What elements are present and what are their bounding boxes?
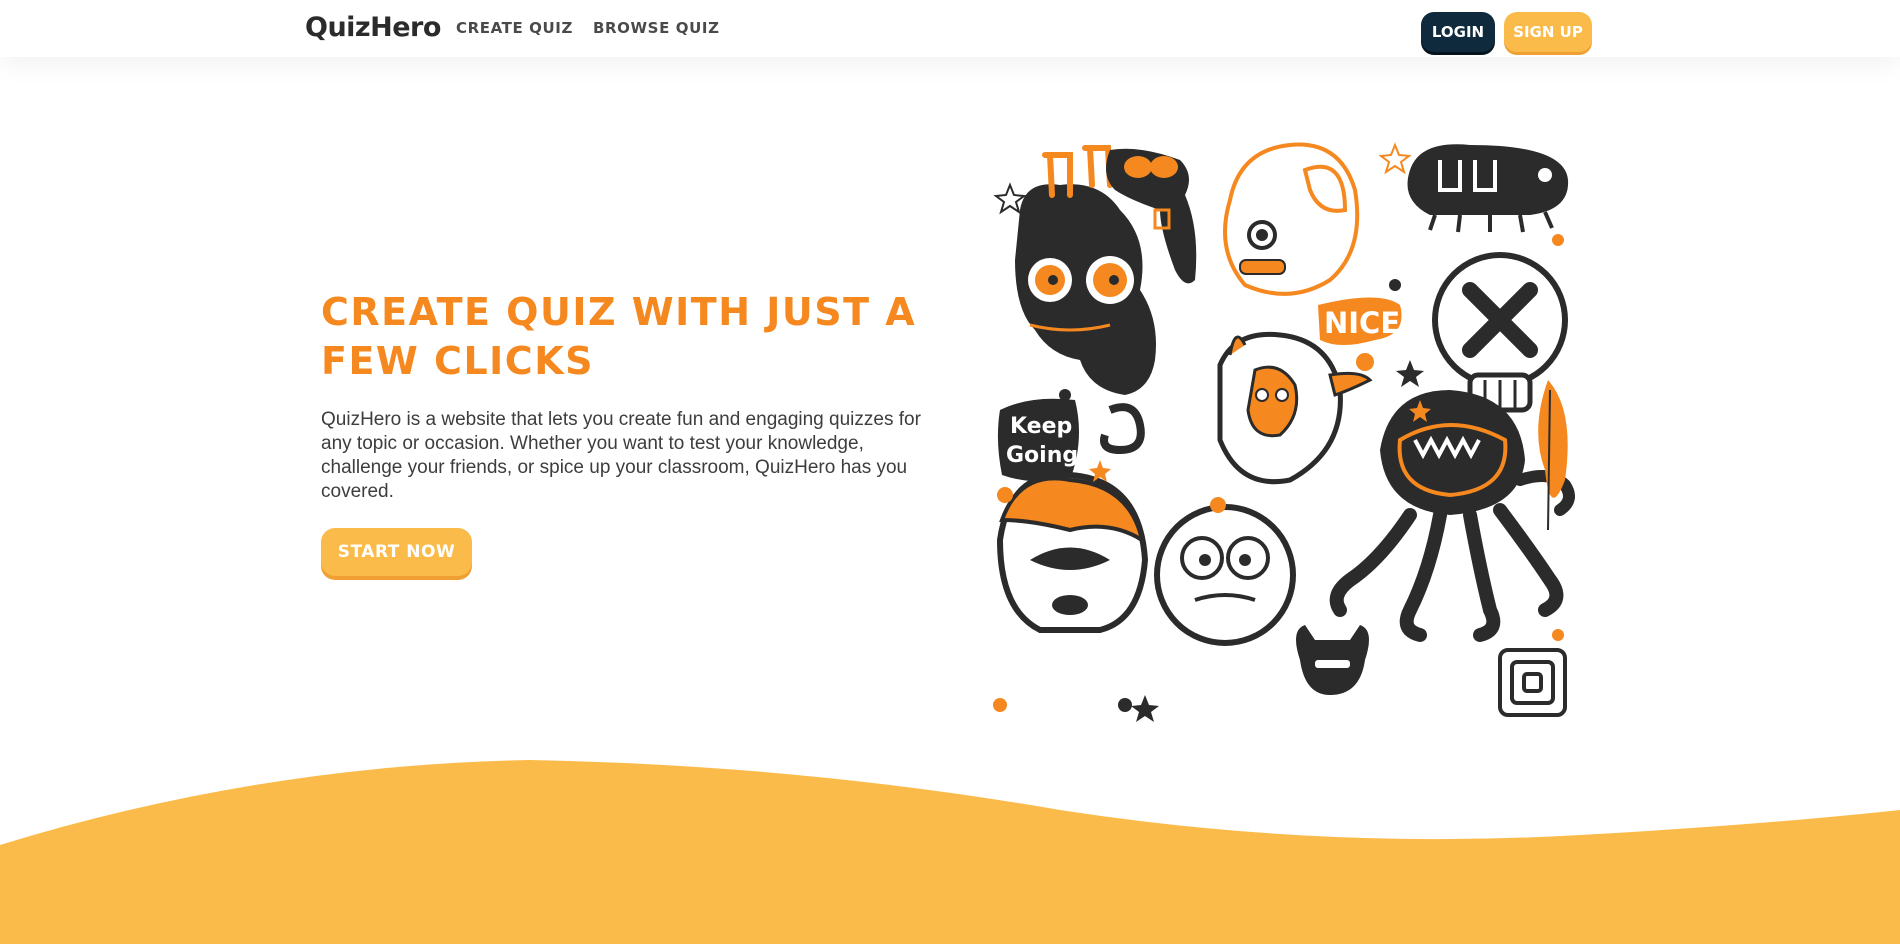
skull-figure (1432, 252, 1568, 413)
octopus-figure (1329, 390, 1575, 642)
logo[interactable]: QuizHero (305, 12, 441, 43)
square-spiral-figure (1498, 648, 1567, 717)
bird-figure (1223, 142, 1360, 296)
nav-create-quiz[interactable]: CREATE QUIZ (456, 19, 573, 37)
hero-description: QuizHero is a website that lets you crea… (321, 409, 921, 502)
login-button[interactable]: LOGIN (1421, 12, 1495, 52)
start-now-button[interactable]: START NOW (321, 528, 472, 576)
keep-label: Keep (1010, 414, 1072, 439)
nice-badge: NICE (1318, 297, 1402, 345)
scared-face-figure (1154, 504, 1296, 646)
nice-label: NICE (1324, 306, 1400, 340)
bug-figure (1407, 144, 1569, 233)
nav-browse-quiz[interactable]: BROWSE QUIZ (593, 19, 720, 37)
going-label: Going (1006, 443, 1078, 468)
horned-monster-figure (1217, 331, 1373, 485)
signup-button[interactable]: SIGN UP (1504, 12, 1592, 52)
cat-figure (1296, 625, 1369, 695)
keep-going-sign: Keep Going (997, 398, 1079, 482)
hair-face-figure (996, 471, 1149, 633)
monster-illustration: NICE Keep Going (993, 142, 1575, 722)
decorative-wave (0, 760, 1900, 944)
site-header: QuizHero CREATE QUIZ BROWSE QUIZ LOGIN S… (0, 0, 1900, 57)
hero-title: CREATE QUIZ WITH JUST A FEW CLICKS (321, 290, 917, 383)
